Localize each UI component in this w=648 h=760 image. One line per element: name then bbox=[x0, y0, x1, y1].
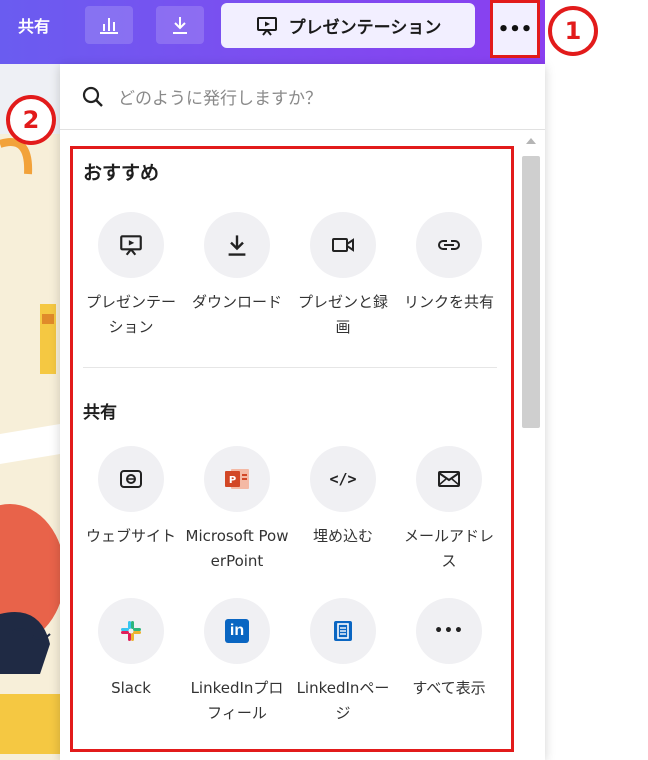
present-and-record-option-label: プレゼンと録画 bbox=[297, 293, 388, 336]
website-option-label: ウェブサイト bbox=[85, 527, 176, 545]
embed-option-label: 埋め込む bbox=[312, 527, 373, 545]
share-link-option[interactable]: リンクを共有 bbox=[397, 212, 501, 315]
embed-icon: </> bbox=[329, 470, 357, 488]
search-icon bbox=[82, 86, 103, 107]
design-page bbox=[0, 134, 60, 760]
annotation-number-1: 1 bbox=[548, 6, 598, 56]
linkedin-page-option[interactable]: LinkedInページ bbox=[291, 598, 395, 726]
insights-button[interactable] bbox=[85, 6, 133, 44]
present-option-label: プレゼンテーション bbox=[85, 293, 176, 336]
share-button[interactable]: 共有 bbox=[0, 6, 68, 44]
linkedin-profile-option-label: LinkedInプロフィール bbox=[190, 679, 284, 722]
powerpoint-option-label: Microsoft PowerPoint bbox=[185, 527, 289, 570]
search-bar[interactable]: どのように発行しますか？ bbox=[60, 64, 545, 130]
share-link-option-label: リンクを共有 bbox=[403, 293, 494, 311]
recommended-section-title: おすすめ bbox=[83, 162, 160, 184]
present-and-record-option[interactable]: プレゼンと録画 bbox=[291, 212, 395, 340]
panel-scrollbar[interactable] bbox=[522, 136, 540, 736]
present-option[interactable]: プレゼンテーション bbox=[79, 212, 183, 340]
canva-share-menu-screen: 共有 プレゼンテーション ••• どのように発行しますか？ おすすめ プレゼンテ… bbox=[0, 0, 648, 760]
linkedin-page-icon bbox=[334, 621, 352, 641]
share-button-label: 共有 bbox=[17, 17, 50, 36]
share-link-option-circle bbox=[416, 212, 482, 278]
download-option[interactable]: ダウンロード bbox=[185, 212, 289, 315]
more-options-button[interactable]: ••• bbox=[490, 0, 540, 58]
present-button[interactable]: プレゼンテーション bbox=[221, 3, 475, 48]
powerpoint-option-circle: P bbox=[204, 446, 270, 512]
linkedin-profile-option-circle: in bbox=[204, 598, 270, 664]
present-button-label: プレゼンテーション bbox=[288, 18, 442, 38]
scroll-up-arrow-icon[interactable] bbox=[526, 138, 536, 144]
scrollbar-thumb[interactable] bbox=[522, 156, 540, 428]
linkedin-icon: in bbox=[225, 619, 249, 643]
powerpoint-icon: P bbox=[225, 469, 249, 489]
bar-chart-icon bbox=[100, 18, 118, 34]
present-option-circle bbox=[98, 212, 164, 278]
website-option-circle bbox=[98, 446, 164, 512]
video-icon bbox=[332, 238, 354, 252]
download-option-circle bbox=[204, 212, 270, 278]
linkedin-profile-option[interactable]: in LinkedInプロフィール bbox=[185, 598, 289, 726]
share-section-title: 共有 bbox=[83, 403, 117, 423]
section-divider bbox=[83, 367, 497, 368]
email-option[interactable]: メールアドレス bbox=[397, 446, 501, 574]
download-icon bbox=[173, 17, 187, 34]
download-button[interactable] bbox=[156, 6, 204, 44]
linkedin-page-option-label: LinkedInページ bbox=[296, 679, 390, 722]
search-input[interactable]: どのように発行しますか？ bbox=[118, 84, 322, 109]
see-all-option-circle: ••• bbox=[416, 598, 482, 664]
present-icon bbox=[120, 235, 142, 256]
download-option-label: ダウンロード bbox=[191, 293, 282, 311]
embed-option-circle: </> bbox=[310, 446, 376, 512]
see-all-option[interactable]: ••• すべて表示 bbox=[397, 598, 501, 701]
embed-option[interactable]: </> 埋め込む bbox=[291, 446, 395, 549]
powerpoint-option[interactable]: P Microsoft PowerPoint bbox=[185, 446, 289, 574]
link-icon bbox=[438, 240, 460, 250]
top-toolbar: 共有 プレゼンテーション ••• bbox=[0, 0, 545, 64]
present-and-record-option-circle bbox=[310, 212, 376, 278]
website-icon bbox=[120, 470, 142, 488]
present-icon bbox=[256, 16, 277, 36]
annotation-number-2: 2 bbox=[6, 95, 56, 145]
design-canvas-background bbox=[0, 64, 60, 760]
website-option[interactable]: ウェブサイト bbox=[79, 446, 183, 549]
email-icon bbox=[438, 471, 460, 487]
more-icon: ••• bbox=[434, 623, 464, 639]
see-all-option-label: すべて表示 bbox=[412, 679, 486, 697]
linkedin-page-option-circle bbox=[310, 598, 376, 664]
slack-icon bbox=[121, 621, 141, 641]
slack-option-label: Slack bbox=[111, 679, 151, 697]
svg-text:P: P bbox=[229, 475, 236, 486]
slack-option[interactable]: Slack bbox=[79, 598, 183, 701]
email-option-label: メールアドレス bbox=[403, 527, 494, 570]
slack-option-circle bbox=[98, 598, 164, 664]
more-icon: ••• bbox=[497, 18, 533, 40]
email-option-circle bbox=[416, 446, 482, 512]
download-icon bbox=[228, 235, 246, 256]
